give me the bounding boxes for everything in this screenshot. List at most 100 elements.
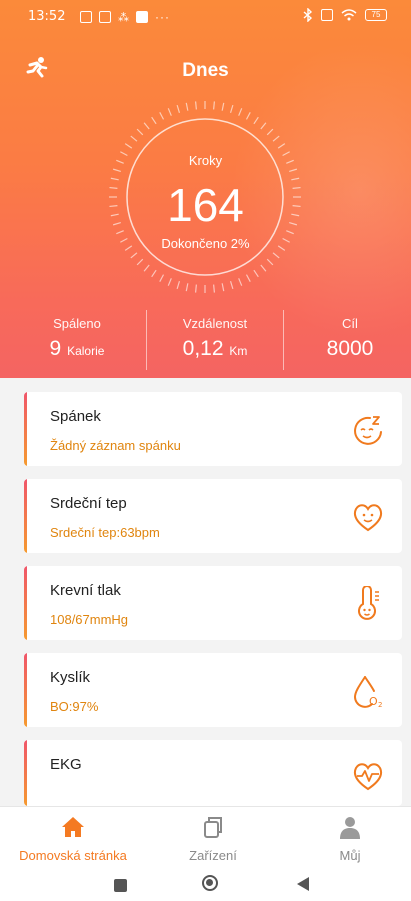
- ring-tick: [277, 143, 286, 149]
- ring-tick: [185, 102, 189, 111]
- sim-icon: [321, 9, 333, 21]
- ring-tick: [194, 101, 197, 110]
- heart-rate-card[interactable]: Srdeční tep Srdeční tep:63bpm: [24, 479, 402, 553]
- card-detail: BO:97%: [50, 699, 99, 714]
- nav-device[interactable]: Zařízení: [160, 815, 266, 863]
- ring-tick: [159, 112, 165, 120]
- ekg-card[interactable]: EKG: [24, 740, 402, 806]
- ring-tick: [229, 281, 234, 290]
- stat-distance-unit: Km: [229, 344, 248, 358]
- hero-panel: 13:52 ⁂ ··· 75 Dnes Kroky 164 Dokončeno …: [0, 0, 411, 378]
- sleep-card[interactable]: Spánek Žádný záznam spánku: [24, 392, 402, 466]
- ring-tick: [238, 108, 243, 116]
- nav-home[interactable]: Domovská stránka: [10, 815, 136, 863]
- ring-tick: [176, 104, 181, 113]
- stat-goal-label: Cíl: [342, 316, 358, 331]
- oxygen-drop-icon: O 2: [353, 676, 382, 709]
- ring-tick: [143, 264, 150, 272]
- stat-burned: Spáleno 9 Kalorie: [22, 316, 132, 361]
- stat-distance: Vzdálenost 0,12 Km: [150, 316, 280, 361]
- ring-tick: [245, 274, 251, 282]
- card-accent-bar: [24, 653, 27, 727]
- battery-icon: 75: [365, 9, 387, 21]
- card-detail: Srdeční tep:63bpm: [50, 525, 160, 540]
- card-detail: Žádný záznam spánku: [50, 438, 181, 453]
- notification-icons: ⁂ ···: [80, 10, 170, 24]
- ring-tick: [176, 281, 181, 290]
- blood-pressure-card[interactable]: Krevní tlak 108/67mmHg: [24, 566, 402, 640]
- home-button[interactable]: [202, 875, 218, 891]
- ring-tick: [151, 116, 157, 125]
- nav-home-label: Domovská stránka: [19, 848, 127, 863]
- ring-tick: [213, 101, 216, 110]
- card-accent-bar: [24, 740, 27, 806]
- card-title: Kyslík: [50, 669, 91, 686]
- ring-tick: [266, 128, 274, 136]
- bluetooth-icon: [303, 8, 313, 22]
- sleep-icon: [354, 416, 382, 445]
- status-time: 13:52: [28, 9, 66, 24]
- ring-tick: [253, 269, 259, 278]
- svg-text:2: 2: [378, 701, 382, 709]
- card-accent-bar: [24, 566, 27, 640]
- ekg-heart-icon: [353, 763, 383, 791]
- recent-apps-button[interactable]: [114, 879, 127, 892]
- stat-distance-label: Vzdálenost: [182, 316, 248, 331]
- ring-tick: [130, 252, 138, 259]
- ring-tick: [266, 258, 274, 266]
- ring-tick: [151, 269, 157, 278]
- steps-progress-label: Dokončeno 2%: [161, 236, 250, 251]
- nav-device-label: Zařízení: [189, 848, 237, 863]
- ring-tick: [260, 264, 267, 272]
- steps-label: Kroky: [188, 153, 223, 168]
- device-icon: [204, 817, 222, 838]
- stat-goal-value: 8000: [326, 337, 374, 360]
- card-title: Srdeční tep: [50, 495, 127, 512]
- message-icon: [99, 11, 111, 23]
- ring-tick: [124, 143, 133, 149]
- stat-goal: Cíl 8000: [290, 316, 410, 361]
- ring-tick: [289, 168, 298, 173]
- card-title: Krevní tlak: [50, 582, 121, 599]
- heart-face-icon: [353, 504, 383, 532]
- svg-text:O: O: [369, 695, 378, 708]
- ring-tick: [136, 258, 144, 266]
- card-detail: 108/67mmHg: [50, 612, 129, 627]
- ring-tick: [221, 102, 225, 111]
- card-title: Spánek: [50, 408, 101, 425]
- nav-profile-label: Můj: [339, 848, 361, 863]
- ring-tick: [229, 104, 234, 113]
- ring-tick: [112, 168, 121, 173]
- steps-value: 164: [167, 179, 244, 231]
- ring-tick: [272, 135, 280, 142]
- more-notifications-icon: ···: [155, 10, 170, 24]
- ring-tick: [159, 274, 165, 282]
- ring-tick: [260, 122, 267, 130]
- ring-tick: [253, 116, 259, 125]
- nav-profile[interactable]: Můj: [300, 815, 400, 863]
- ring-tick: [136, 128, 144, 136]
- ring-tick: [143, 122, 150, 130]
- home-icon: [62, 817, 84, 837]
- card-title: EKG: [50, 756, 82, 773]
- card-accent-bar: [24, 479, 27, 553]
- stat-divider: [283, 310, 284, 370]
- person-icon: [340, 817, 360, 839]
- bottom-navigation: Domovská stránka Zařízení Můj: [0, 806, 411, 867]
- oxygen-card[interactable]: Kyslík BO:97% O 2: [24, 653, 402, 727]
- ring-tick: [185, 283, 189, 292]
- stat-divider: [146, 310, 147, 370]
- ring-tick: [167, 278, 172, 286]
- wifi-icon: [341, 9, 357, 21]
- card-accent-bar: [24, 392, 27, 466]
- ring-tick: [238, 278, 243, 286]
- ring-tick: [245, 112, 251, 120]
- stat-burned-unit: Kalorie: [67, 344, 105, 358]
- system-icons: 75: [303, 8, 387, 22]
- ring-tick: [130, 135, 138, 142]
- app-icon: ⁂: [118, 11, 129, 24]
- notification-icon: [80, 11, 92, 23]
- back-button[interactable]: [296, 876, 310, 892]
- ring-tick: [272, 252, 280, 259]
- square-icon: [136, 11, 148, 23]
